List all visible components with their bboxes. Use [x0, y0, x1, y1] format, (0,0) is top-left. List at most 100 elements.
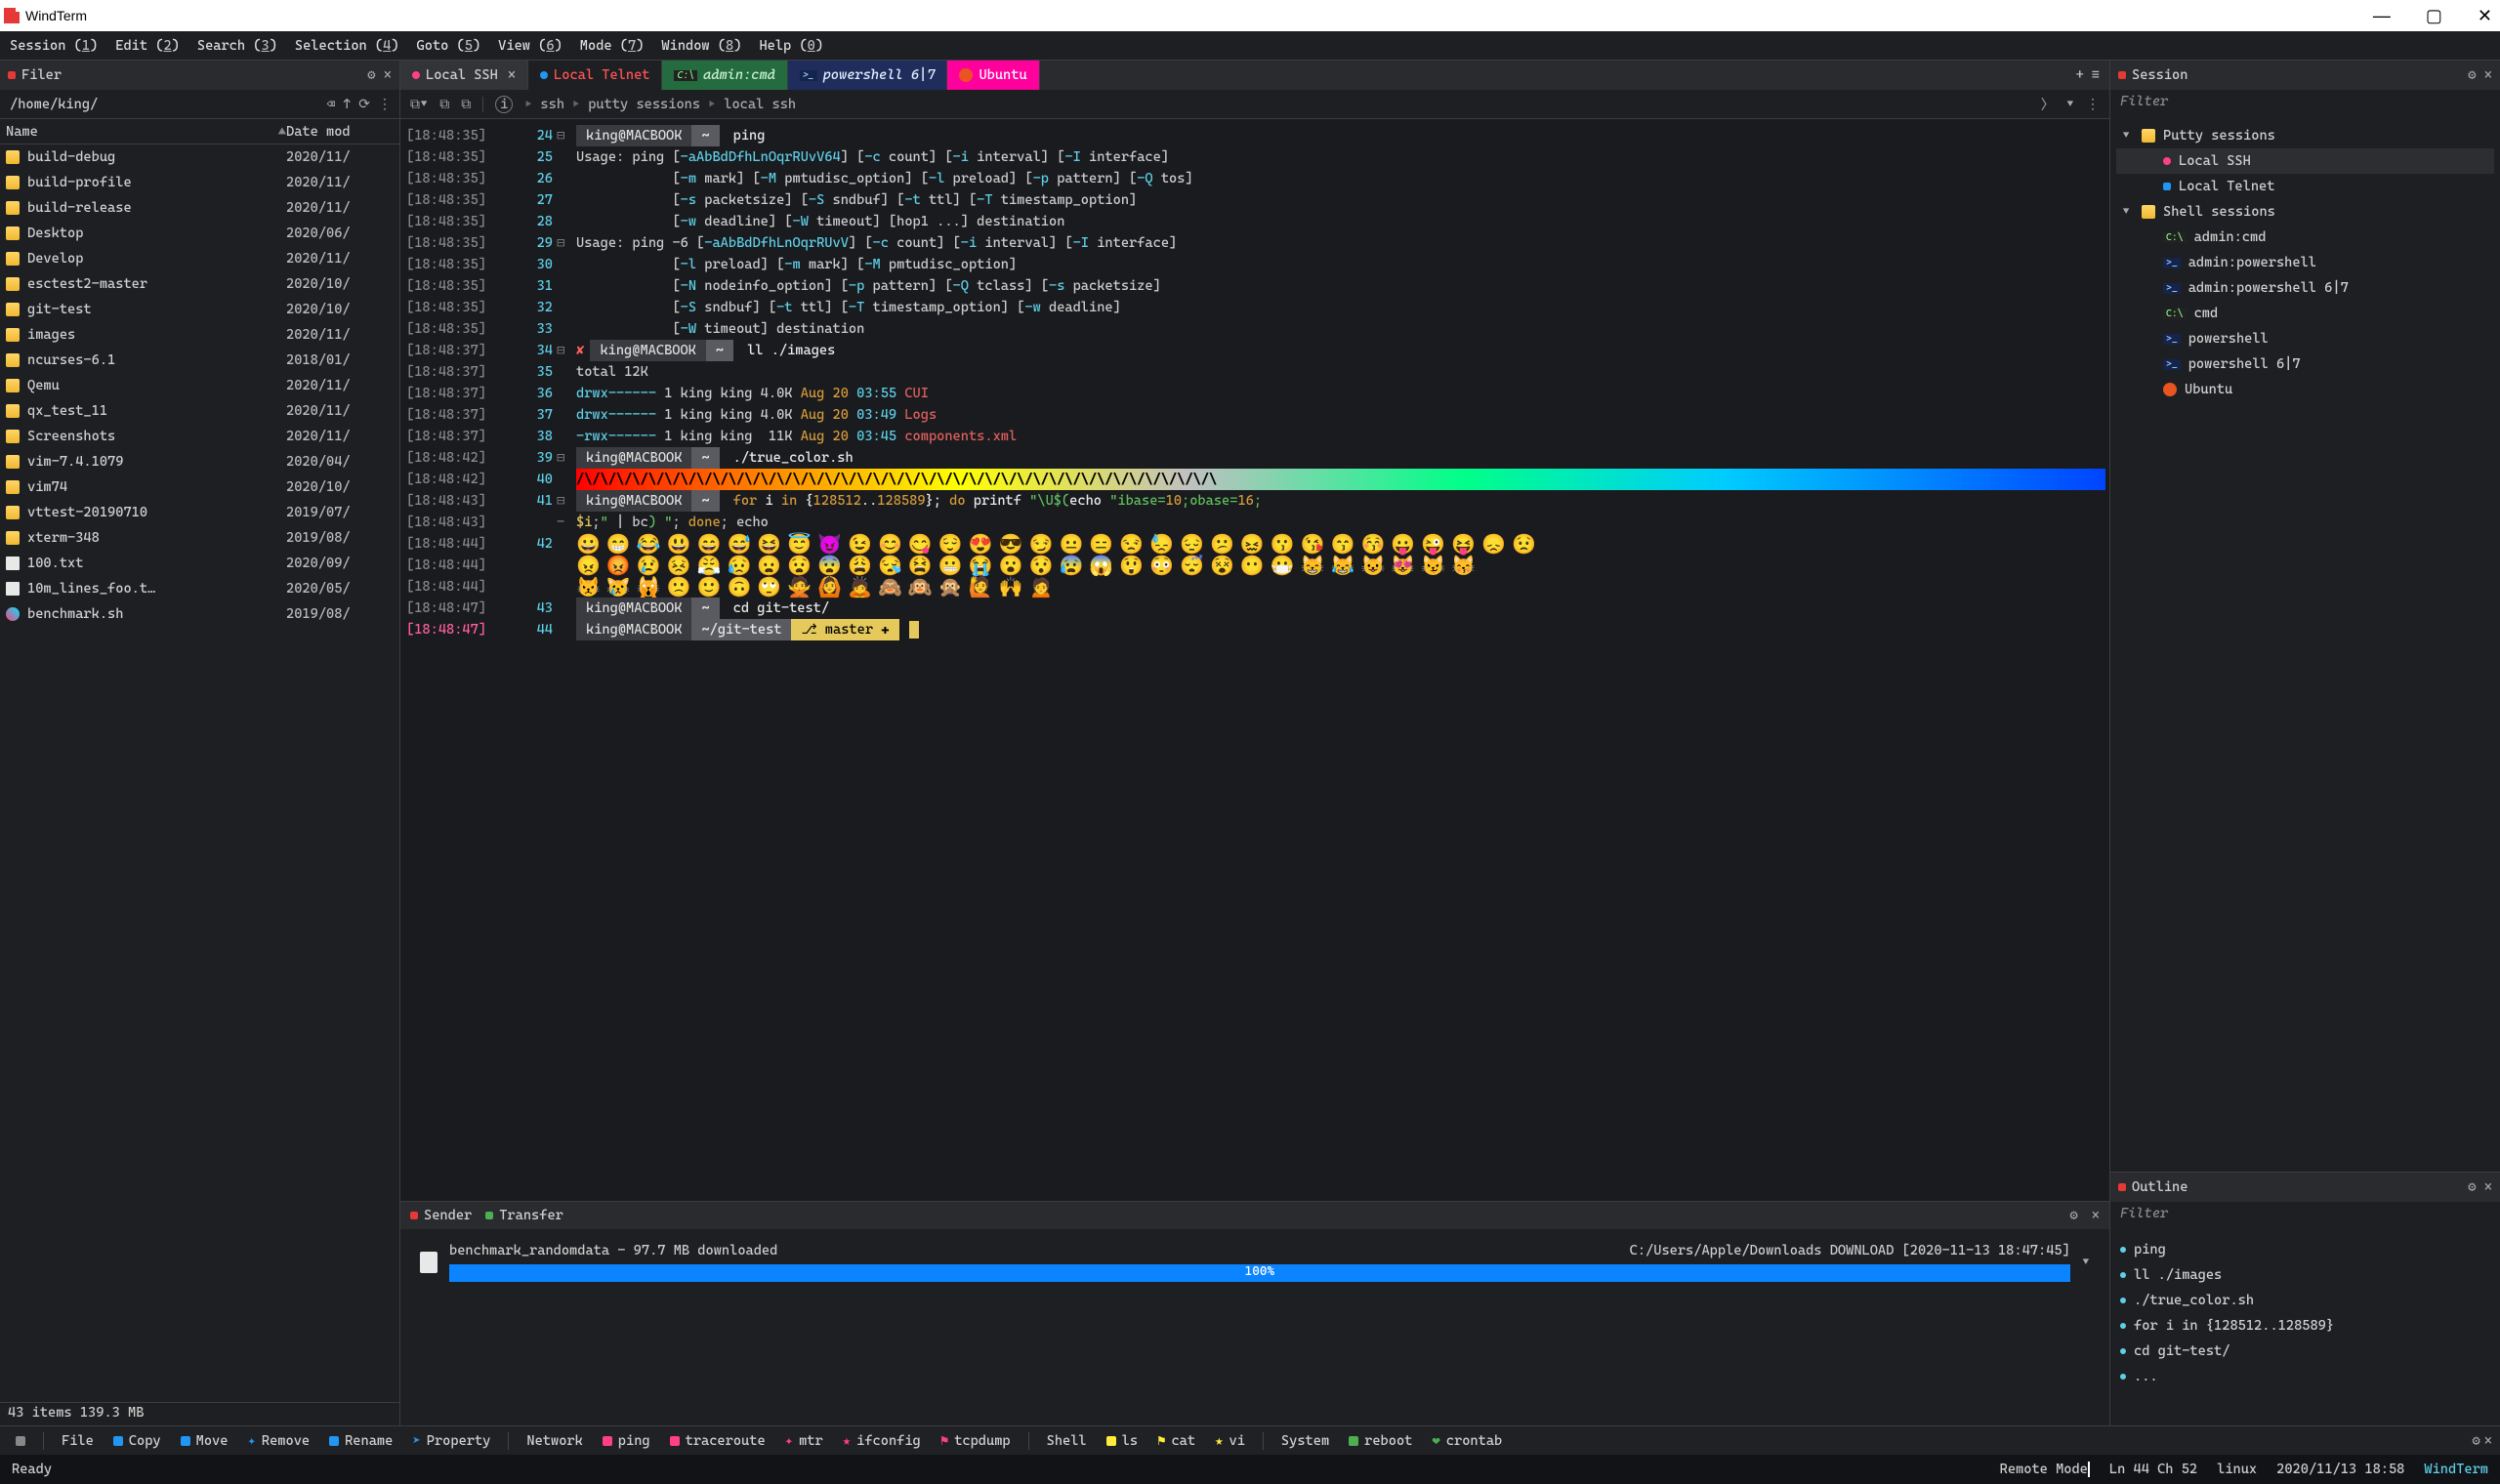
session-item[interactable]: C:\admin:cmd: [2116, 225, 2494, 250]
session-filter[interactable]: Filter: [2110, 90, 2500, 117]
rename-button[interactable]: Rename: [321, 1433, 400, 1449]
gear-icon[interactable]: ⚙: [367, 67, 375, 83]
close-button[interactable]: ✕: [2478, 6, 2492, 26]
crumb-next-icon[interactable]: 〉: [2041, 95, 2055, 114]
new-tab-button[interactable]: +: [2076, 67, 2084, 83]
refresh-icon[interactable]: ⟳: [358, 97, 370, 112]
filer-row[interactable]: build-release 2020/11/: [0, 195, 399, 221]
filer-row[interactable]: git-test 2020/10/: [0, 297, 399, 322]
ping-button[interactable]: ping: [595, 1433, 658, 1449]
filer-row[interactable]: benchmark.sh 2019/08/: [0, 601, 399, 627]
menu-session[interactable]: Session (1): [10, 38, 98, 54]
menu-window[interactable]: Window (8): [661, 38, 741, 54]
copy-button[interactable]: Copy: [105, 1433, 169, 1449]
filer-path-input[interactable]: [8, 96, 319, 113]
filer-row[interactable]: images 2020/11/: [0, 322, 399, 348]
filer-row[interactable]: Qemu 2020/11/: [0, 373, 399, 398]
filer-row[interactable]: vttest-20190710 2019/07/: [0, 500, 399, 525]
up-icon[interactable]: ↑: [343, 97, 351, 112]
session-item[interactable]: Ubuntu: [2116, 377, 2494, 402]
outline-item[interactable]: cd git-test/: [2120, 1339, 2490, 1364]
tab-copy-icon[interactable]: ⧉: [461, 97, 471, 112]
tab-new-top-icon[interactable]: ⧉▾: [410, 97, 428, 112]
mtr-button[interactable]: ✦mtr: [777, 1433, 831, 1449]
session-group[interactable]: ▾ Putty sessions: [2116, 123, 2494, 148]
session-item[interactable]: >_powershell 6|7: [2116, 351, 2494, 377]
ls-button[interactable]: ls: [1099, 1433, 1146, 1449]
vi-button[interactable]: ★vi: [1207, 1433, 1253, 1449]
info-icon[interactable]: i: [495, 96, 513, 113]
crumb-down-icon[interactable]: ▾: [2066, 97, 2074, 112]
menu-help[interactable]: Help (0): [759, 38, 823, 54]
tab-list-button[interactable]: ≡: [2092, 67, 2100, 83]
tab-close-icon[interactable]: ×: [508, 67, 516, 83]
cat-button[interactable]: ⚑cat: [1149, 1433, 1203, 1449]
menu-goto[interactable]: Goto (5): [417, 38, 481, 54]
filer-row[interactable]: qx_test_11 2020/11/: [0, 398, 399, 424]
tab-powershell-6-7[interactable]: >_powershell 6|7: [788, 61, 948, 90]
col-name[interactable]: Name: [6, 124, 278, 140]
outline-item[interactable]: for i in {128512..128589}: [2120, 1313, 2490, 1339]
terminal[interactable]: [18:48:35][18:48:35][18:48:35][18:48:35]…: [400, 119, 2109, 1201]
outline-item[interactable]: ping: [2120, 1237, 2490, 1262]
session-item[interactable]: Local Telnet: [2116, 174, 2494, 199]
tab-transfer[interactable]: Transfer: [499, 1208, 563, 1223]
filer-row[interactable]: Screenshots 2020/11/: [0, 424, 399, 449]
menu-selection[interactable]: Selection (4): [295, 38, 399, 54]
outline-filter[interactable]: Filter: [2110, 1202, 2500, 1229]
tab-local-telnet[interactable]: Local Telnet: [528, 61, 662, 90]
session-group[interactable]: ▾ Shell sessions: [2116, 199, 2494, 225]
filer-row[interactable]: Desktop 2020/06/: [0, 221, 399, 246]
tab-sender[interactable]: Sender: [424, 1208, 472, 1223]
filer-row[interactable]: build-debug 2020/11/: [0, 144, 399, 170]
outline-item[interactable]: ./true_color.sh: [2120, 1288, 2490, 1313]
property-button[interactable]: ➤Property: [404, 1433, 498, 1449]
gear-icon[interactable]: ⚙: [2468, 67, 2476, 83]
breadcrumb[interactable]: ▸ssh ▸putty sessions ▸local ssh: [524, 97, 796, 112]
menu-search[interactable]: Search (3): [197, 38, 277, 54]
filer-row[interactable]: Develop 2020/11/: [0, 246, 399, 271]
session-item[interactable]: Local SSH: [2116, 148, 2494, 174]
clear-icon[interactable]: ⌫: [327, 97, 335, 112]
close-icon[interactable]: ×: [2484, 1179, 2492, 1195]
filer-table[interactable]: Name ▲ Date mod build-debug 2020/11/ bui…: [0, 119, 399, 1402]
menu-mode[interactable]: Mode (7): [580, 38, 645, 54]
menu-edit[interactable]: Edit (2): [115, 38, 180, 54]
close-icon[interactable]: ×: [2484, 1433, 2492, 1449]
buffer-icon[interactable]: [8, 1436, 33, 1446]
reboot-button[interactable]: reboot: [1341, 1433, 1420, 1449]
tab-admin-cmd[interactable]: C:\admin:cmd: [662, 61, 787, 90]
filer-row[interactable]: ncurses-6.1 2018/01/: [0, 348, 399, 373]
session-item[interactable]: >_admin:powershell 6|7: [2116, 275, 2494, 301]
tab-local-ssh[interactable]: Local SSH×: [400, 61, 528, 90]
maximize-button[interactable]: ▢: [2426, 6, 2442, 26]
minimize-button[interactable]: —: [2373, 6, 2391, 26]
filer-row[interactable]: 100.txt 2020/09/: [0, 551, 399, 576]
close-icon[interactable]: ×: [2092, 1208, 2100, 1223]
status-brand[interactable]: WindTerm: [2424, 1462, 2488, 1477]
filer-row[interactable]: build-profile 2020/11/: [0, 170, 399, 195]
tab-ubuntu[interactable]: Ubuntu: [947, 61, 1039, 90]
chevron-down-icon[interactable]: ▾: [2082, 1255, 2090, 1270]
close-icon[interactable]: ×: [384, 67, 392, 83]
move-button[interactable]: Move: [173, 1433, 236, 1449]
menu-view[interactable]: View (6): [498, 38, 562, 54]
ifconfig-button[interactable]: ★ifconfig: [835, 1433, 929, 1449]
close-icon[interactable]: ×: [2484, 67, 2492, 83]
traceroute-button[interactable]: traceroute: [662, 1433, 773, 1449]
gear-icon[interactable]: ⚙: [2472, 1433, 2479, 1449]
filer-row[interactable]: esctest2-master 2020/10/: [0, 271, 399, 297]
crontab-button[interactable]: ❤crontab: [1424, 1433, 1510, 1449]
remove-button[interactable]: ✦Remove: [239, 1433, 317, 1449]
filer-row[interactable]: vim74 2020/10/: [0, 474, 399, 500]
outline-item[interactable]: ...: [2120, 1364, 2490, 1389]
tcpdump-button[interactable]: ⚑tcpdump: [933, 1433, 1019, 1449]
outline-item[interactable]: ll ./images: [2120, 1262, 2490, 1288]
sort-asc-icon[interactable]: ▲: [278, 124, 286, 140]
tab-dup-icon[interactable]: ⧉: [439, 97, 449, 112]
filer-row[interactable]: vim-7.4.1079 2020/04/: [0, 449, 399, 474]
session-item[interactable]: C:\cmd: [2116, 301, 2494, 326]
session-tree[interactable]: ▾ Putty sessionsLocal SSHLocal Telnet▾ S…: [2110, 117, 2500, 1172]
filer-row[interactable]: xterm-348 2019/08/: [0, 525, 399, 551]
col-date[interactable]: Date mod: [286, 124, 394, 140]
